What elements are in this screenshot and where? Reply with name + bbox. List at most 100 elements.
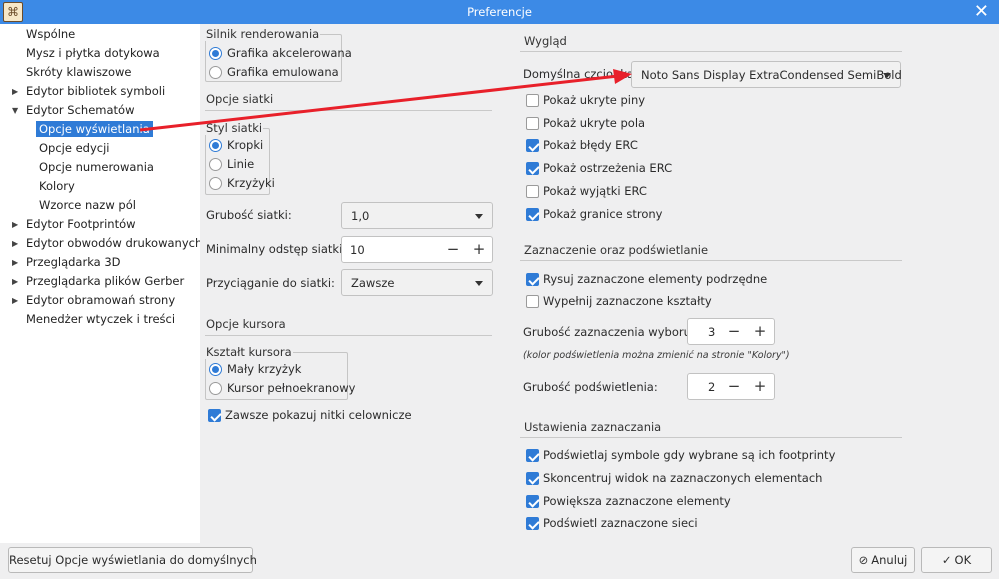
expand-arrow-icon[interactable]: ▶ <box>12 82 18 101</box>
radio-kropki[interactable]: Kropki <box>209 136 263 154</box>
preferences-tree: Wspólne Mysz i płytka dotykowa Skróty kl… <box>2 24 202 543</box>
check-ukryte-pola[interactable]: Pokaż ukryte pola <box>526 114 645 132</box>
cancel-button[interactable]: ⊘ Anuluj <box>851 547 915 573</box>
checkbox[interactable] <box>526 295 539 308</box>
radio-linie[interactable]: Linie <box>209 155 254 173</box>
check-ostrzezenia-erc[interactable]: Pokaż ostrzeżenia ERC <box>526 159 672 177</box>
ok-button[interactable]: ✓ OK <box>921 547 992 573</box>
tree-item-edytor-footprintow[interactable]: ▶ Edytor Footprintów <box>12 215 136 234</box>
radio-grafika-akcelerowana[interactable]: Grafika akcelerowana <box>209 44 352 62</box>
expand-arrow-icon[interactable]: ▶ <box>12 291 18 310</box>
grid-style-title: Styl siatki <box>205 121 264 135</box>
check-wyjatki-erc[interactable]: Pokaż wyjątki ERC <box>526 182 647 200</box>
checkbox[interactable] <box>526 449 539 462</box>
minus-icon[interactable]: − <box>721 374 747 399</box>
cursor-shape-title: Kształt kursora <box>205 345 293 359</box>
checkbox[interactable] <box>208 409 221 422</box>
checkbox[interactable] <box>526 273 539 286</box>
radio-dot[interactable] <box>209 382 222 395</box>
checkbox[interactable] <box>526 185 539 198</box>
tree-item-przegladarka-3d[interactable]: ▶ Przeglądarka 3D <box>12 253 121 272</box>
checkbox[interactable] <box>526 517 539 530</box>
tree-item-menedzer-wtyczek[interactable]: Menedżer wtyczek i treści <box>26 310 175 329</box>
collapse-arrow-icon[interactable]: ▼ <box>12 101 18 120</box>
tree-item-wspolne[interactable]: Wspólne <box>26 25 75 44</box>
plus-icon[interactable]: + <box>466 237 492 262</box>
default-font-select[interactable]: Noto Sans Display ExtraCondensed SemiBol… <box>631 61 902 88</box>
check-bledy-erc[interactable]: Pokaż błędy ERC <box>526 136 638 154</box>
radio-dot[interactable] <box>209 47 222 60</box>
min-spacing-label: Minimalny odstęp siatki: <box>206 242 347 256</box>
radio-kursor-pelnoekranowy[interactable]: Kursor pełnoekranowy <box>209 379 355 397</box>
chevron-down-icon <box>883 73 891 78</box>
tree-item-przegladarka-gerber[interactable]: ▶ Przeglądarka plików Gerber <box>12 272 184 291</box>
radio-maly-krzyzyk[interactable]: Mały krzyżyk <box>209 360 301 378</box>
check-podswietlaj-symbole[interactable]: Podświetlaj symbole gdy wybrane są ich f… <box>526 446 835 464</box>
checkbox[interactable] <box>526 495 539 508</box>
divider <box>520 437 902 438</box>
title-bar: ⌘ Preferencje ✕ <box>0 0 999 24</box>
window-title: Preferencje <box>467 5 532 19</box>
tree-item-opcje-edycji[interactable]: Opcje edycji <box>39 139 110 158</box>
check-granice-strony[interactable]: Pokaż granice strony <box>526 205 662 223</box>
radio-krzyzyki[interactable]: Krzyżyki <box>209 174 275 192</box>
tree-item-opcje-numerowania[interactable]: Opcje numerowania <box>39 158 154 177</box>
check-powieksza-elementy[interactable]: Powiększa zaznaczone elementy <box>526 492 731 510</box>
divider <box>205 110 492 111</box>
plus-icon[interactable]: + <box>747 319 773 344</box>
expand-arrow-icon[interactable]: ▶ <box>12 253 18 272</box>
checkbox[interactable] <box>526 472 539 485</box>
selection-thickness-stepper[interactable]: 3 − + <box>687 318 775 345</box>
check-ukryte-piny[interactable]: Pokaż ukryte piny <box>526 91 645 109</box>
snap-select[interactable]: Zawsze <box>341 269 493 296</box>
radio-dot[interactable] <box>209 363 222 376</box>
tree-item-edytor-schematow[interactable]: ▼ Edytor Schematów <box>12 101 135 120</box>
min-spacing-stepper[interactable]: 10 − + <box>341 236 493 263</box>
appearance-title: Wygląd <box>524 34 567 48</box>
chevron-down-icon <box>475 281 483 286</box>
tree-item-skroty[interactable]: Skróty klawiszowe <box>26 63 132 82</box>
rendering-title: Silnik renderowania <box>205 27 321 41</box>
tree-item-edytor-obwodow[interactable]: ▶ Edytor obwodów drukowanych <box>12 234 202 253</box>
checkmark-icon: ✓ <box>941 553 952 567</box>
cancel-icon: ⊘ <box>858 553 869 567</box>
check-wypelnij-ksztalty[interactable]: Wypełnij zaznaczone kształty <box>526 292 712 310</box>
check-zawsze-nitki[interactable]: Zawsze pokazuj nitki celownicze <box>208 406 412 424</box>
expand-arrow-icon[interactable]: ▶ <box>12 215 18 234</box>
tree-item-kolory[interactable]: Kolory <box>39 177 75 196</box>
check-rysuj-podrzedne[interactable]: Rysuj zaznaczone elementy podrzędne <box>526 270 767 288</box>
radio-grafika-emulowana[interactable]: Grafika emulowana <box>209 63 339 81</box>
reset-defaults-button[interactable]: Resetuj Opcje wyświetlania do domyślnych <box>8 547 257 573</box>
minus-icon[interactable]: − <box>721 319 747 344</box>
dialog-button-bar: Resetuj Opcje wyświetlania do domyślnych… <box>0 543 999 579</box>
radio-dot[interactable] <box>209 158 222 171</box>
tree-item-edytor-bibliotek[interactable]: ▶ Edytor bibliotek symboli <box>12 82 165 101</box>
radio-dot[interactable] <box>209 66 222 79</box>
checkbox[interactable] <box>526 208 539 221</box>
expand-arrow-icon[interactable]: ▶ <box>12 272 18 291</box>
checkbox[interactable] <box>526 94 539 107</box>
check-skoncentruj-widok[interactable]: Skoncentruj widok na zaznaczonych elemen… <box>526 469 822 487</box>
tree-item-edytor-obramowan[interactable]: ▶ Edytor obramowań strony <box>12 291 175 310</box>
highlight-thickness-stepper[interactable]: 2 − + <box>687 373 775 400</box>
minus-icon[interactable]: − <box>440 237 466 262</box>
checkbox[interactable] <box>526 139 539 152</box>
divider <box>520 51 902 52</box>
plus-icon[interactable]: + <box>747 374 773 399</box>
cursor-options-title: Opcje kursora <box>206 317 286 331</box>
highlight-title: Zaznaczenie oraz podświetlanie <box>524 243 709 257</box>
checkbox[interactable] <box>526 162 539 175</box>
checkbox[interactable] <box>526 117 539 130</box>
expand-arrow-icon[interactable]: ▶ <box>12 234 18 253</box>
radio-dot[interactable] <box>209 177 222 190</box>
tree-item-wzorce-nazw[interactable]: Wzorce nazw pól <box>39 196 136 215</box>
tree-item-mysz[interactable]: Mysz i płytka dotykowa <box>26 44 160 63</box>
radio-dot[interactable] <box>209 139 222 152</box>
divider <box>520 260 902 261</box>
grid-thickness-select[interactable]: 1,0 <box>341 202 493 229</box>
selection-thickness-label: Grubość zaznaczenia wyboru: <box>523 325 695 339</box>
grid-options-title: Opcje siatki <box>206 92 274 106</box>
close-icon[interactable]: ✕ <box>974 2 989 22</box>
check-podswietl-sieci[interactable]: Podświetl zaznaczone sieci <box>526 514 698 532</box>
tree-item-opcje-wyswietlania[interactable]: Opcje wyświetlania <box>36 120 153 139</box>
